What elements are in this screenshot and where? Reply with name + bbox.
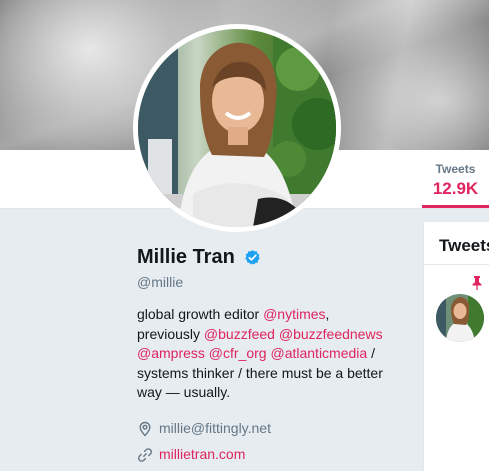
mention-link[interactable]: @cfr_org (209, 345, 267, 361)
bio-text: / (367, 345, 375, 361)
location-text: millie@fittingly.net (159, 420, 271, 436)
bio-text: way — usually. (137, 384, 231, 400)
profile-name[interactable]: Millie Tran (137, 246, 235, 269)
bio-text: global growth editor (137, 306, 264, 322)
profile-avatar[interactable] (133, 24, 341, 232)
link-icon (138, 448, 152, 462)
mention-link[interactable]: @nytimes (263, 306, 325, 322)
tab-tweets[interactable]: Tweets 12.9K (422, 150, 489, 208)
bio-text: previously (137, 325, 204, 342)
location-pin-icon (139, 421, 151, 437)
mention-link[interactable]: @atlanticmedia (270, 345, 367, 361)
bio-text: , (325, 306, 330, 322)
bio-text: systems thinker / there must be a better (137, 364, 383, 381)
timeline-title: Tweets (439, 236, 489, 255)
mention-link[interactable]: @buzzfeed (204, 326, 275, 342)
tab-tweets-count: 12.9K (432, 179, 479, 198)
timeline-panel: Tweets (423, 222, 489, 471)
tab-tweets-label: Tweets (435, 162, 476, 176)
divider (424, 264, 489, 265)
website-link[interactable]: millietran.com (159, 446, 245, 462)
avatar-photo (138, 29, 336, 227)
mention-link[interactable]: @ampress (137, 345, 205, 361)
screen-name[interactable]: @millie (137, 274, 183, 290)
tweet-author-avatar[interactable] (436, 294, 484, 342)
pin-icon (472, 276, 482, 290)
profile-bio: global growth editor @nytimes, previousl… (137, 305, 417, 403)
verified-badge-icon (245, 250, 260, 265)
mention-link[interactable]: @buzzfeednews (279, 326, 383, 342)
